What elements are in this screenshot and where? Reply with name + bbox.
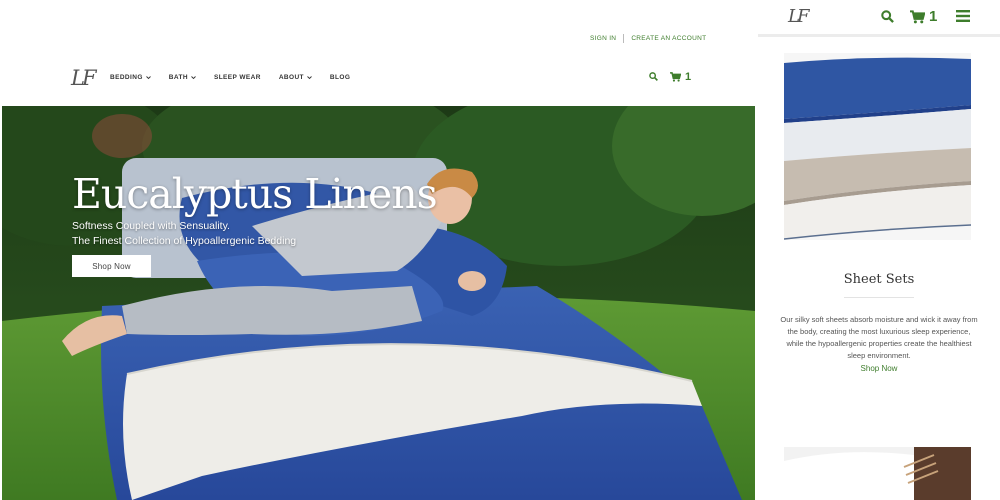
description-line: the body, creating the most luxurious sl… bbox=[787, 327, 971, 336]
product-description: Our silky soft sheets absorb moisture an… bbox=[762, 314, 996, 362]
site-logo[interactable]: LF bbox=[71, 66, 96, 90]
nav-item-label: SLEEP WEAR bbox=[213, 74, 261, 81]
cart-icon bbox=[670, 72, 681, 82]
description-line: while the hypoallergenic properties crea… bbox=[786, 339, 972, 348]
chevron-down-icon bbox=[307, 76, 312, 80]
desktop-view: SIGN IN CREATE AN ACCOUNT LF BEDDING BAT… bbox=[0, 0, 758, 500]
cart-icon bbox=[910, 9, 925, 23]
sheet-sets-image bbox=[784, 53, 971, 240]
cart-button[interactable]: 1 bbox=[910, 8, 937, 25]
link-divider bbox=[623, 34, 625, 43]
site-logo[interactable]: LF bbox=[788, 6, 810, 27]
main-nav: BEDDING BATH SLEEP WEAR ABOUT BLOG bbox=[110, 74, 350, 81]
search-icon[interactable] bbox=[649, 72, 658, 81]
hero-image bbox=[2, 106, 755, 500]
hero-banner: Eucalyptus Linens Softness Coupled with … bbox=[2, 106, 755, 500]
hero-shop-now-button[interactable]: Shop Now bbox=[72, 255, 151, 277]
hero-subtitle-line: Softness Coupled with Sensuality. bbox=[72, 220, 230, 232]
nav-item-about[interactable]: ABOUT bbox=[279, 74, 312, 81]
nav-item-label: BEDDING bbox=[110, 74, 143, 81]
hero-subtitle: Softness Coupled with Sensuality. The Fi… bbox=[72, 219, 402, 249]
nav-item-sleep-wear[interactable]: SLEEP WEAR bbox=[214, 74, 261, 81]
cart-count: 1 bbox=[929, 8, 938, 25]
mobile-header: LF 1 bbox=[758, 0, 1000, 37]
title-divider bbox=[844, 297, 914, 298]
nav-item-label: ABOUT bbox=[278, 74, 304, 81]
description-line: Our silky soft sheets absorb moisture an… bbox=[780, 315, 978, 324]
search-icon[interactable] bbox=[881, 10, 894, 23]
cart-count: 1 bbox=[685, 71, 692, 83]
next-product-image bbox=[784, 447, 971, 500]
nav-item-bedding[interactable]: BEDDING bbox=[110, 74, 151, 81]
chevron-down-icon bbox=[145, 76, 151, 80]
chevron-down-icon bbox=[191, 76, 196, 80]
hamburger-menu-icon[interactable] bbox=[956, 10, 970, 22]
mobile-view: LF 1 Sheet Sets Our silky soft sheets ab… bbox=[758, 0, 1000, 500]
cart-button[interactable]: 1 bbox=[670, 71, 691, 83]
hero-subtitle-line: The Finest Collection of Hypoallergenic … bbox=[72, 235, 297, 247]
nav-item-label: BLOG bbox=[329, 74, 351, 81]
description-line: sleep environment. bbox=[847, 351, 911, 360]
nav-item-label: BATH bbox=[168, 74, 188, 81]
nav-item-blog[interactable]: BLOG bbox=[330, 74, 350, 81]
account-links: SIGN IN CREATE AN ACCOUNT bbox=[590, 34, 706, 43]
nav-item-bath[interactable]: BATH bbox=[169, 74, 196, 81]
create-account-link[interactable]: CREATE AN ACCOUNT bbox=[631, 35, 706, 42]
product-shop-now-link[interactable]: Shop Now bbox=[758, 364, 1000, 373]
product-title: Sheet Sets bbox=[843, 272, 915, 287]
hero-title: Eucalyptus Linens bbox=[72, 170, 438, 218]
sign-in-link[interactable]: SIGN IN bbox=[590, 35, 616, 42]
